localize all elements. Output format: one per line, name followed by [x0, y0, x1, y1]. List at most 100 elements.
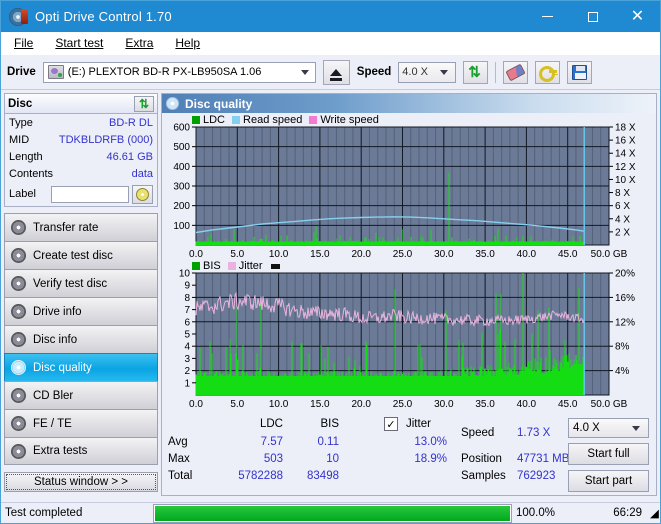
- menu-file[interactable]: File: [11, 34, 36, 52]
- sidebar-item-verify-test-disc[interactable]: Verify test disc: [4, 269, 158, 297]
- svg-text:30.0: 30.0: [434, 399, 454, 410]
- svg-text:5.0: 5.0: [230, 249, 244, 260]
- sidebar-item-drive-info[interactable]: Drive info: [4, 297, 158, 325]
- refresh-icon: ⇅: [138, 96, 150, 111]
- status-window-label: Status window > >: [34, 476, 128, 488]
- svg-text:2: 2: [184, 366, 190, 377]
- svg-text:45.0: 45.0: [558, 249, 578, 260]
- svg-text:15.0: 15.0: [310, 399, 330, 410]
- stats-col-header-ldc: LDC: [259, 418, 283, 430]
- drive-label: Drive: [7, 66, 36, 78]
- disc-mid-label: MID: [9, 133, 30, 146]
- samples-stat-label: Samples: [461, 470, 506, 482]
- sidebar-item-label: Disc info: [33, 333, 78, 346]
- disc-label-caption: Label: [9, 188, 36, 200]
- disc-row-type: Type BD-R DL: [5, 114, 157, 131]
- svg-text:500: 500: [173, 142, 190, 153]
- svg-text:12 X: 12 X: [615, 162, 636, 173]
- disc-icon: [11, 304, 26, 319]
- start-part-button[interactable]: Start part: [568, 470, 649, 492]
- legend-bis-chart: BIS Jitter: [192, 260, 280, 272]
- svg-text:20%: 20%: [615, 269, 635, 280]
- speed-label: Speed: [356, 66, 392, 78]
- disc-mid-value: TDKBLDRFB (000): [58, 133, 153, 146]
- app-disc-icon: [9, 7, 28, 26]
- drive-icon: [47, 65, 64, 79]
- status-window-button[interactable]: Status window > >: [4, 472, 158, 492]
- save-button[interactable]: [567, 60, 593, 84]
- sidebar-item-disc-info[interactable]: Disc info: [4, 325, 158, 353]
- jitter-checkbox[interactable]: ✓: [384, 417, 398, 431]
- start-full-button[interactable]: Start full: [568, 443, 649, 465]
- status-window-wrap: Status window > >: [4, 472, 158, 492]
- svg-text:35.0: 35.0: [475, 249, 495, 260]
- legend-label-jitter: Jitter: [238, 260, 263, 272]
- svg-text:50.0 GB: 50.0 GB: [591, 249, 628, 260]
- stats-row-header-max: Max: [168, 453, 190, 465]
- svg-text:20.0: 20.0: [351, 399, 371, 410]
- svg-text:14 X: 14 X: [615, 149, 636, 160]
- toolbar-divider: [495, 61, 497, 83]
- stats-bis-avg: 0.11: [317, 436, 339, 448]
- svg-text:16%: 16%: [615, 293, 635, 304]
- svg-text:50.0 GB: 50.0 GB: [591, 399, 628, 410]
- drive-select[interactable]: (E:) PLEXTOR BD-R PX-LB950SA 1.06: [42, 61, 316, 83]
- sidebar-item-disc-quality[interactable]: Disc quality: [4, 353, 158, 381]
- menu-start-test[interactable]: Start test: [52, 34, 106, 52]
- sidebar-item-transfer-rate[interactable]: Transfer rate: [4, 213, 158, 241]
- svg-text:7: 7: [184, 305, 190, 316]
- svg-text:10.0: 10.0: [269, 399, 289, 410]
- application-window: Opti Drive Control 1.70 ✕ File Start tes…: [0, 0, 661, 524]
- jitter-label: Jitter: [406, 418, 431, 430]
- speed-select[interactable]: 4.0 X: [398, 61, 457, 83]
- stats-panel: LDC BIS ✓ Jitter Avg 7.57 0.11 13.0% Max…: [162, 413, 656, 495]
- sidebar-item-extra-tests[interactable]: Extra tests: [4, 437, 158, 465]
- test-speed-select[interactable]: 4.0 X: [568, 418, 649, 438]
- disc-icon: [11, 443, 26, 459]
- svg-text:2 X: 2 X: [615, 227, 630, 238]
- sidebar-item-fe-te[interactable]: FE / TE: [4, 409, 158, 437]
- sidebar-item-create-test-disc[interactable]: Create test disc: [4, 241, 158, 269]
- maximize-button[interactable]: [570, 1, 615, 32]
- position-stat-label: Position: [461, 453, 502, 465]
- disc-label-button[interactable]: [132, 184, 153, 204]
- minimize-button[interactable]: [525, 1, 570, 32]
- disc-type-value: BD-R DL: [108, 116, 153, 129]
- disc-icon: [11, 360, 26, 375]
- disc-quality-icon: [166, 97, 179, 110]
- svg-text:5: 5: [184, 330, 190, 341]
- erase-button[interactable]: [503, 60, 529, 84]
- menu-help[interactable]: Help: [172, 34, 203, 52]
- speed-select-value: 4.0 X: [402, 66, 428, 78]
- status-message: Test completed: [5, 507, 83, 519]
- stats-bis-max: 10: [326, 453, 339, 465]
- disc-refresh-button[interactable]: ⇅: [134, 95, 154, 112]
- key-button[interactable]: [535, 60, 561, 84]
- menu-extra[interactable]: Extra: [122, 34, 156, 52]
- svg-text:200: 200: [173, 201, 190, 212]
- close-button[interactable]: ✕: [615, 1, 660, 32]
- refresh-button[interactable]: [463, 60, 489, 84]
- disc-label-input[interactable]: [51, 185, 129, 203]
- sidebar-item-cd-bler[interactable]: CD Bler: [4, 381, 158, 409]
- disc-length-label: Length: [9, 150, 43, 163]
- status-bar: Test completed 100.0% 66:29 ◢: [1, 502, 660, 523]
- disc-contents-value: data: [131, 167, 153, 180]
- svg-text:400: 400: [173, 162, 190, 173]
- disc-icon: [11, 276, 26, 291]
- elapsed-time: 66:29: [613, 507, 642, 519]
- disc-icon: [11, 388, 26, 403]
- sidebar-item-label: Drive info: [33, 305, 82, 318]
- speed-stat-label: Speed: [461, 427, 495, 439]
- eject-button[interactable]: [322, 59, 350, 85]
- svg-text:6 X: 6 X: [615, 201, 630, 212]
- svg-text:5.0: 5.0: [230, 399, 244, 410]
- svg-text:15.0: 15.0: [310, 249, 330, 260]
- legend-label-ldc: LDC: [203, 114, 226, 126]
- resize-grip-icon[interactable]: ◢: [646, 504, 660, 523]
- stats-col-header-bis: BIS: [320, 418, 339, 430]
- svg-text:35.0: 35.0: [475, 399, 495, 410]
- sidebar: Disc ⇅ Type BD-R DL MID TDKBLDRFB (000) …: [1, 90, 161, 496]
- progress-percent: 100.0%: [516, 507, 556, 519]
- nav-list: Transfer rate Create test disc Verify te…: [4, 213, 158, 465]
